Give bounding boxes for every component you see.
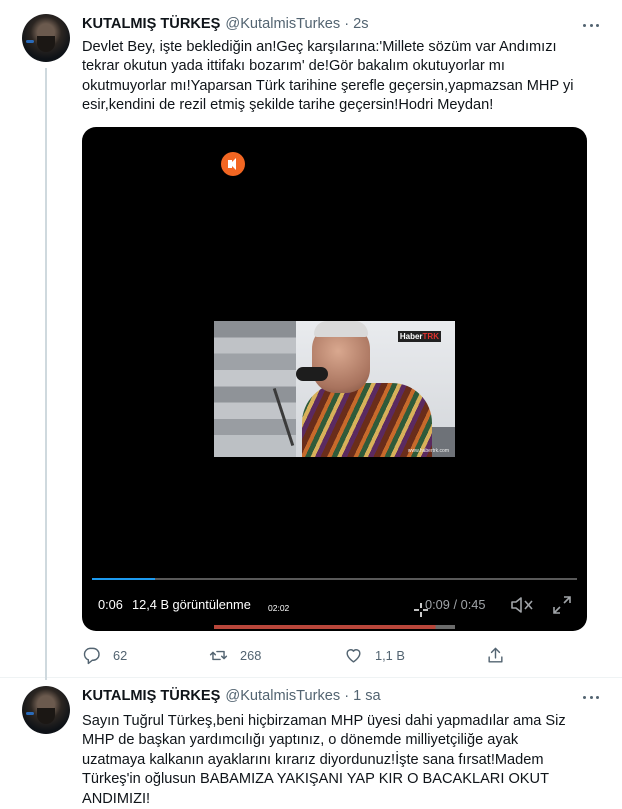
tweet-text-line: Sayın Tuğrul Türkeş,beni hiçbirzaman MHP… <box>82 713 566 729</box>
tweet-text-line: Devlet Bey, işte beklediğin an!Geç karşı… <box>82 39 557 55</box>
avatar[interactable] <box>22 686 70 734</box>
reply-count: 62 <box>113 647 128 663</box>
reply-button[interactable]: 62 <box>82 644 127 666</box>
timestamp[interactable]: 2s <box>353 16 368 32</box>
mute-icon[interactable] <box>510 596 534 614</box>
retweet-icon <box>209 650 228 660</box>
video-frame[interactable]: HaberTRK www.habertrk.com <box>214 321 455 457</box>
author-handle[interactable]: @KutalmisTurkes <box>225 16 340 32</box>
avatar[interactable] <box>22 14 70 62</box>
tweet-header: KUTALMIŞ TÜRKEŞ @KutalmisTurkes · 2s <box>82 14 369 34</box>
retweet-button[interactable]: 268 <box>209 644 261 666</box>
inner-video-time: 02:02 <box>268 603 290 613</box>
like-icon <box>346 648 361 663</box>
tweet-1[interactable]: KUTALMIŞ TÜRKEŞ @KutalmisTurkes · 2s Dev… <box>0 0 622 680</box>
tweet-header: KUTALMIŞ TÜRKEŞ @KutalmisTurkes · 1 sa <box>82 686 381 706</box>
sound-on-icon[interactable] <box>221 152 245 176</box>
more-icon[interactable] <box>582 16 600 34</box>
tweet-text: Devlet Bey, işte beklediğin an!Geç karşı… <box>82 38 602 116</box>
like-count: 1,1 B <box>375 647 405 663</box>
like-button[interactable]: 1,1 B <box>344 644 405 666</box>
video-controls: 0:06 12,4 B görüntülenme 02:02 0:09 / 0:… <box>82 593 587 617</box>
inner-video-progress <box>214 625 455 629</box>
video-duration: 0:09 / 0:45 <box>425 597 486 612</box>
share-button[interactable] <box>486 644 505 666</box>
tweet-2[interactable]: KUTALMIŞ TÜRKEŞ @KutalmisTurkes · 1 sa S… <box>0 678 622 809</box>
action-bar: 62 268 1,1 B <box>82 644 602 666</box>
author-handle[interactable]: @KutalmisTurkes <box>225 688 340 704</box>
tweet-text-line: ANDIMIZI! <box>82 790 151 807</box>
timestamp[interactable]: 1 sa <box>353 688 381 704</box>
video-watermark: www.habertrk.com <box>407 448 449 454</box>
more-icon[interactable] <box>582 688 600 706</box>
tweet-text-line: Türkeş'in oğlusun BABAMIZA YAKIŞANI YAP … <box>82 771 549 788</box>
author-name[interactable]: KUTALMIŞ TÜRKEŞ <box>82 16 220 32</box>
author-name[interactable]: KUTALMIŞ TÜRKEŞ <box>82 688 220 704</box>
view-count: 12,4 B görüntülenme <box>132 597 251 612</box>
channel-logo: HaberTRK <box>397 331 441 342</box>
separator-dot: · <box>344 16 350 32</box>
video-player[interactable]: HaberTRK www.habertrk.com 0:06 12,4 B gö… <box>82 127 587 631</box>
retweet-count: 268 <box>240 647 262 663</box>
reply-icon <box>83 647 100 664</box>
video-scrubber[interactable] <box>92 578 577 580</box>
elapsed-time: 0:06 <box>98 597 123 612</box>
separator-dot: · <box>344 688 350 704</box>
tweet-text-line: okutmuyorlar mı!Yaparsan Türk tarihine ş… <box>82 77 574 94</box>
thread-connector <box>45 68 47 680</box>
tweet-text-line: MHP de başkan yardımcılığı yaptınız, o d… <box>82 732 519 749</box>
tweet-text-line: esir,kendini de rezil etmiş şekilde tari… <box>82 97 494 114</box>
tweet-text: Sayın Tuğrul Türkeş,beni hiçbirzaman MHP… <box>82 712 602 809</box>
expand-icon[interactable] <box>552 595 572 615</box>
tweet-text-line: tekrar okutun yada ittifakı bozarım' de!… <box>82 58 505 75</box>
tweet-text-line: uzatmaya kalkanın ayaklarını kırarız diy… <box>82 751 544 768</box>
video-progress <box>92 578 156 580</box>
share-icon <box>488 647 503 663</box>
